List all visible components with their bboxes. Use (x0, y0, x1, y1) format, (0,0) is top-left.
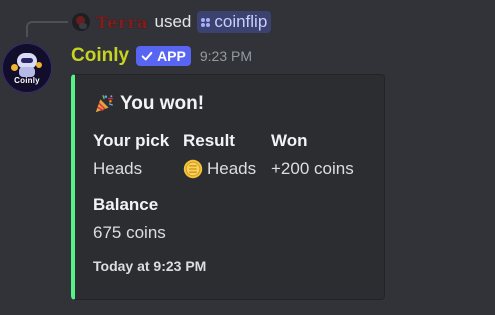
avatar-logo-text: Coinly (14, 76, 40, 85)
message-header: Coinly APP 9:23 PM (71, 44, 252, 68)
app-badge: APP (136, 46, 191, 66)
message-timestamp[interactable]: 9:23 PM (200, 48, 252, 64)
bot-avatar[interactable]: Coinly (2, 43, 52, 93)
app-badge-label: APP (157, 48, 186, 64)
command-name: coinflip (214, 12, 268, 31)
field-name: Result (183, 131, 235, 150)
field-value: Heads (207, 159, 257, 178)
reply-user-avatar[interactable] (72, 13, 90, 31)
field-name: Your pick (93, 131, 170, 150)
field-value: Heads (93, 159, 143, 178)
field-your-pick: Your pick Heads (93, 130, 169, 180)
reply-used-text: used (154, 12, 192, 31)
field-name: Balance (93, 195, 159, 214)
result-embed: You won! Your pick Heads Result Heads Wo… (71, 74, 385, 300)
field-result: Result Heads (183, 130, 256, 180)
field-value-row: Heads (183, 158, 256, 180)
field-value: 675 coins (93, 223, 166, 242)
field-won: Won +200 coins (271, 130, 354, 180)
field-value: +200 coins (271, 159, 354, 178)
field-name: Won (271, 131, 308, 150)
reply-connector-line (26, 21, 68, 37)
checkmark-icon (141, 51, 153, 61)
field-balance: Balance 675 coins (93, 194, 166, 244)
embed-title-text: You won! (120, 93, 205, 114)
embed-title: You won! (93, 92, 204, 116)
slash-command-icon (201, 17, 211, 27)
author-name[interactable]: Coinly (71, 45, 129, 67)
command-chip[interactable]: coinflip (197, 11, 272, 33)
reply-username[interactable]: Terra (96, 13, 148, 32)
reply-reference[interactable]: Terra used coinflip (72, 11, 272, 33)
embed-footer-timestamp: Today at 9:23 PM (93, 258, 207, 274)
party-popper-icon (95, 95, 113, 113)
coin-icon (183, 159, 203, 179)
